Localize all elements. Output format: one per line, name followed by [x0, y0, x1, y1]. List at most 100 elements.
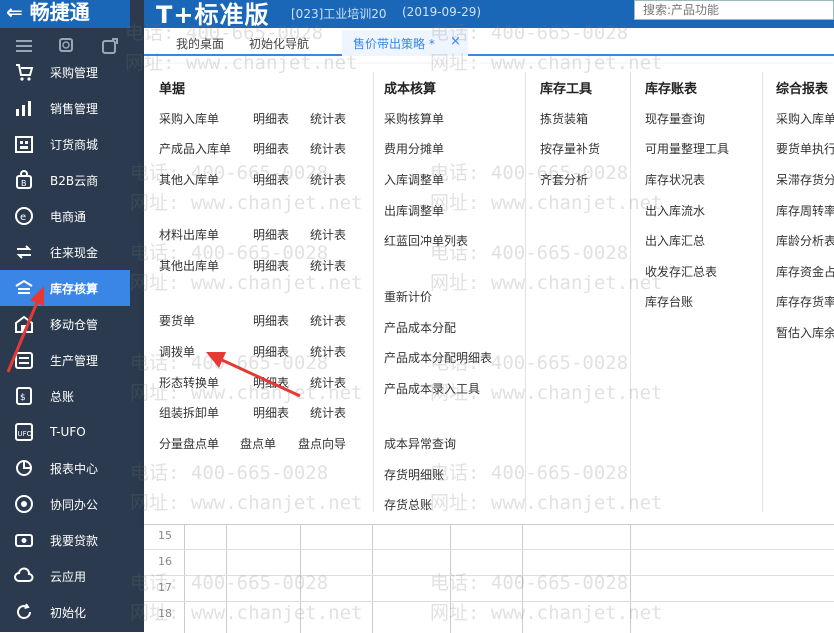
menu-item-summary-report[interactable]: 统计表	[310, 110, 346, 127]
sidebar: ⇐ 畅捷通 采购管理 销售管理 订货商城 B B2B云商 e 电商通 往来现金	[0, 0, 136, 632]
menu-item-purchase-receipt[interactable]: 采购入库单	[159, 110, 219, 127]
store-icon	[13, 133, 35, 155]
menu-item-summary-report[interactable]: 统计表	[310, 312, 346, 329]
menu-item-report-capital-occupation[interactable]: 库存资金占	[776, 263, 834, 280]
menu-item-in-out-flow[interactable]: 出入库流水	[645, 202, 705, 219]
menu-item-detail-report[interactable]: 明细表	[253, 312, 289, 329]
menu-item-detail-report[interactable]: 明细表	[253, 226, 289, 243]
sidebar-item-label: 协同办公	[50, 497, 99, 512]
menu-item-report-turnover[interactable]: 库存周转率	[776, 202, 834, 219]
menu-item-stocktake-wizard[interactable]: 盘点向导	[298, 435, 346, 452]
menu-item-summary-report[interactable]: 统计表	[310, 257, 346, 274]
menu-item-finished-goods-receipt[interactable]: 产成品入库单	[159, 140, 231, 157]
menu-item-inventory-status[interactable]: 库存状况表	[645, 171, 705, 188]
menu-item-report-purchase-receipt[interactable]: 采购入库单	[776, 110, 834, 127]
top-header: T+标准版 [023]工业培训20 (2019-09-29)	[144, 0, 834, 29]
close-tab-icon[interactable]: ×	[450, 34, 461, 49]
menu-item-detail-report[interactable]: 明细表	[253, 343, 289, 360]
menu-item-summary-report[interactable]: 统计表	[310, 140, 346, 157]
menu-item-available-qty-tool[interactable]: 可用量整理工具	[645, 140, 729, 157]
tab-my-desktop[interactable]: 我的桌面	[176, 35, 224, 52]
menu-item-expense-allocation[interactable]: 费用分摊单	[384, 140, 444, 157]
menu-item-summary-report[interactable]: 统计表	[310, 226, 346, 243]
menu-item-summary-report[interactable]: 统计表	[310, 343, 346, 360]
menu-item-on-hand-query[interactable]: 现存量查询	[645, 110, 705, 127]
menu-item-inventory-general-ledger[interactable]: 存货总账	[384, 496, 432, 513]
menu-item-report-stock-ratio[interactable]: 库存存货率	[776, 293, 834, 310]
sidebar-item-report-center[interactable]: 报表中心	[0, 450, 130, 486]
sidebar-item-loan[interactable]: 我要贷款	[0, 522, 130, 558]
menu-item-detail-report[interactable]: 明细表	[253, 110, 289, 127]
menu-item-red-blue-reversal[interactable]: 红蓝回冲单列表	[384, 232, 468, 249]
menu-item-report-slow-moving[interactable]: 呆滞存货分	[776, 171, 834, 188]
menu-item-material-issue[interactable]: 材料出库单	[159, 226, 219, 243]
menu-item-detail-report[interactable]: 明细表	[253, 140, 289, 157]
column-divider	[373, 72, 374, 512]
menu-item-product-cost-allocation-detail[interactable]: 产品成本分配明细表	[384, 349, 492, 366]
tab-price-strategy[interactable]: 售价带出策略 *	[353, 35, 435, 52]
sidebar-item-mobile-warehouse[interactable]: 移动仓管	[0, 306, 130, 342]
sidebar-item-initialization[interactable]: 初始化	[0, 594, 130, 630]
sidebar-item-inventory-costing[interactable]: 库存核算	[0, 270, 136, 306]
sidebar-item-sales[interactable]: 销售管理	[0, 90, 130, 126]
menu-item-requisition[interactable]: 要货单	[159, 312, 195, 329]
sidebar-scrollbar[interactable]	[130, 0, 144, 632]
menu-item-transfer-order[interactable]: 调拨单	[159, 343, 195, 360]
menu-item-other-issue[interactable]: 其他出库单	[159, 257, 219, 274]
column-title-inventory-ledgers: 库存账表	[645, 82, 698, 97]
menu-item-partial-stocktake[interactable]: 分量盘点单	[159, 435, 219, 452]
menu-item-picking-packing[interactable]: 拣货装箱	[540, 110, 588, 127]
menu-item-report-aging[interactable]: 库龄分析表	[776, 232, 834, 249]
sidebar-item-cloud-apps[interactable]: 云应用	[0, 558, 130, 594]
column-divider	[762, 72, 763, 512]
menu-item-summary-report[interactable]: 统计表	[310, 374, 346, 391]
sidebar-item-ecommerce[interactable]: e 电商通	[0, 198, 130, 234]
menu-item-summary-report[interactable]: 统计表	[310, 404, 346, 421]
menu-item-form-conversion[interactable]: 形态转换单	[159, 374, 219, 391]
row-number: 17	[158, 581, 172, 594]
menu-item-purchase-costing[interactable]: 采购核算单	[384, 110, 444, 127]
sidebar-item-label: 订货商城	[50, 137, 99, 152]
back-arrow-icon[interactable]: ⇐	[6, 0, 23, 24]
menu-item-issue-adjustment[interactable]: 出库调整单	[384, 202, 444, 219]
menu-item-receipt-adjustment[interactable]: 入库调整单	[384, 171, 444, 188]
menu-item-summary-report[interactable]: 统计表	[310, 171, 346, 188]
menu-item-cost-anomaly-query[interactable]: 成本异常查询	[384, 435, 456, 452]
sidebar-item-collaboration[interactable]: 协同办公	[0, 486, 130, 522]
sidebar-item-t-ufo[interactable]: UFO T-UFO	[0, 414, 130, 450]
sidebar-item-label: 我要贷款	[50, 533, 99, 548]
menu-item-receive-issue-balance[interactable]: 收发存汇总表	[645, 263, 717, 280]
sidebar-item-label: 采购管理	[50, 65, 99, 80]
grid-line	[372, 525, 373, 633]
sidebar-item-ordering-mall[interactable]: 订货商城	[0, 126, 130, 162]
menu-item-stocktake[interactable]: 盘点单	[240, 435, 276, 452]
menu-item-report-requisition-execution[interactable]: 要货单执行	[776, 140, 834, 157]
cart-icon	[13, 61, 35, 83]
sidebar-item-production[interactable]: 生产管理	[0, 342, 130, 378]
menu-item-kit-analysis[interactable]: 齐套分析	[540, 171, 588, 188]
menu-item-other-receipt[interactable]: 其他入库单	[159, 171, 219, 188]
menu-item-stock-ledger[interactable]: 库存台账	[645, 293, 693, 310]
sidebar-item-label: 库存核算	[50, 281, 99, 296]
menu-item-in-out-summary[interactable]: 出入库汇总	[645, 232, 705, 249]
row-number: 18	[158, 607, 172, 620]
tab-init-guide[interactable]: 初始化导航	[249, 35, 309, 52]
bar-chart-icon	[13, 97, 35, 119]
sidebar-item-general-ledger[interactable]: $ 总账	[0, 378, 130, 414]
sidebar-item-purchase[interactable]: 采购管理	[0, 54, 130, 90]
menu-item-replenish-by-stock[interactable]: 按存量补货	[540, 140, 600, 157]
menu-item-detail-report[interactable]: 明细表	[253, 257, 289, 274]
sidebar-item-b2b[interactable]: B B2B云商	[0, 162, 130, 198]
menu-item-assembly-disassembly[interactable]: 组装拆卸单	[159, 404, 219, 421]
menu-item-report-provisional-receipt[interactable]: 暂估入库余	[776, 324, 834, 341]
menu-item-product-cost-allocation[interactable]: 产品成本分配	[384, 319, 456, 336]
sidebar-item-cash[interactable]: 往来现金	[0, 234, 130, 270]
menu-item-detail-report[interactable]: 明细表	[253, 374, 289, 391]
menu-item-product-cost-entry-tool[interactable]: 产品成本录入工具	[384, 380, 480, 397]
menu-item-inventory-detail-ledger[interactable]: 存货明细账	[384, 466, 444, 483]
menu-item-revaluation[interactable]: 重新计价	[384, 288, 432, 305]
menu-item-detail-report[interactable]: 明细表	[253, 171, 289, 188]
menu-item-detail-report[interactable]: 明细表	[253, 404, 289, 421]
search-input[interactable]	[634, 0, 834, 20]
app-logo[interactable]: ⇐ 畅捷通	[0, 0, 130, 28]
